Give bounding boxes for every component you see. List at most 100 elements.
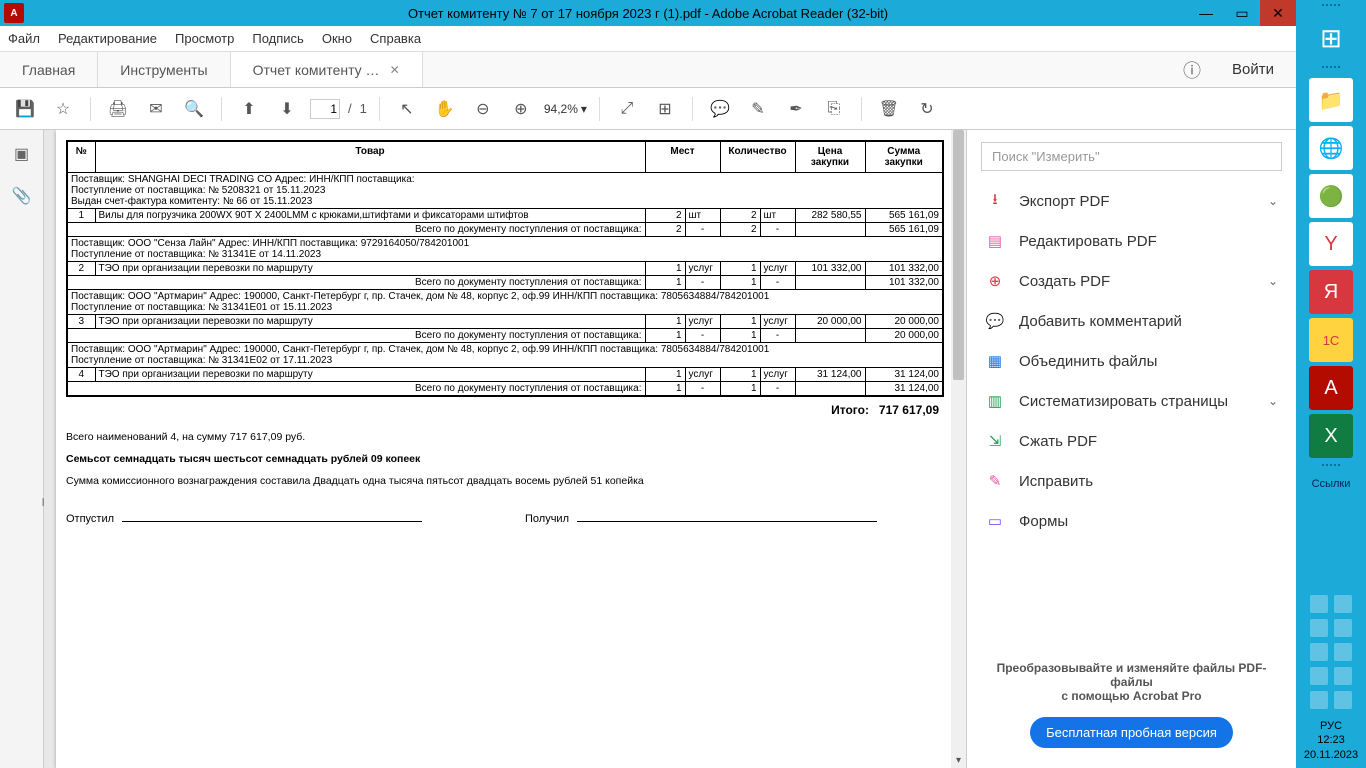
page-sep: / xyxy=(348,101,352,116)
chevron-down-icon: ⌄ xyxy=(1268,194,1278,208)
mail-icon[interactable]: ✉ xyxy=(141,94,171,124)
tab-home-label: Главная xyxy=(22,62,75,78)
create-icon: ⊕ xyxy=(985,271,1005,291)
tabs-row: Главная Инструменты Отчет комитенту … ✕ … xyxy=(0,52,1296,88)
promo-cta-button[interactable]: Бесплатная пробная версия xyxy=(1030,717,1233,748)
rotate-icon[interactable]: ↻ xyxy=(912,94,942,124)
thumbnails-icon[interactable]: ▣ xyxy=(8,140,36,168)
attachments-icon[interactable]: 📎 xyxy=(8,182,36,210)
scroll-down-icon[interactable]: ▾ xyxy=(951,755,966,766)
zoom-in-icon[interactable]: ⊕ xyxy=(506,94,536,124)
tray-icon[interactable] xyxy=(1310,643,1328,661)
tool-export-pdf[interactable]: ⭳Экспорт PDF⌄ xyxy=(967,181,1296,221)
menu-window[interactable]: Окно xyxy=(322,31,352,46)
comment-icon[interactable]: 💬 xyxy=(705,94,735,124)
lang-indicator: РУС xyxy=(1304,719,1358,733)
tool-add-comment[interactable]: 💬Добавить комментарий xyxy=(967,301,1296,341)
tray-icon[interactable] xyxy=(1310,619,1328,637)
promo-block: Преобразовывайте и изменяйте файлы PDF-ф… xyxy=(967,645,1296,768)
tab-document[interactable]: Отчет комитенту … ✕ xyxy=(231,52,423,87)
explorer-icon[interactable]: 📁 xyxy=(1309,78,1353,122)
edit-icon: ▤ xyxy=(985,231,1005,251)
toolbar: 💾 ☆ 🖨 ✉ 🔍 ⬆ ⬇ / 1 ↖ ✋ ⊖ ⊕ 94,2% ▾ ⤢ ⊞ 💬 … xyxy=(0,88,1296,130)
tool-compress[interactable]: ⇲Сжать PDF xyxy=(967,421,1296,461)
organize-icon: ▥ xyxy=(985,391,1005,411)
tool-fix[interactable]: ✎Исправить xyxy=(967,461,1296,501)
maximize-button[interactable]: ▭ xyxy=(1224,0,1260,26)
tool-organize[interactable]: ▥Систематизировать страницы⌄ xyxy=(967,381,1296,421)
tab-close-icon[interactable]: ✕ xyxy=(390,63,400,77)
app1-icon[interactable]: 🌐 xyxy=(1309,126,1353,170)
tray-icon[interactable] xyxy=(1334,691,1352,709)
window-title: Отчет комитенту № 7 от 17 ноября 2023 г … xyxy=(0,6,1296,21)
fix-icon: ✎ xyxy=(985,471,1005,491)
close-button[interactable]: ✕ xyxy=(1260,0,1296,26)
tab-home[interactable]: Главная xyxy=(0,52,98,87)
os-taskbar: ⊞ 📁 🌐 🟢 Y Я 1C A X Ссылки РУС 12:23 20.1… xyxy=(1296,0,1366,768)
tool-edit-pdf[interactable]: ▤Редактировать PDF xyxy=(967,221,1296,261)
highlight-icon[interactable]: ✎ xyxy=(743,94,773,124)
excel-icon[interactable]: X xyxy=(1309,414,1353,458)
menu-help[interactable]: Справка xyxy=(370,31,421,46)
star-icon[interactable]: ☆ xyxy=(48,94,78,124)
clock[interactable]: РУС 12:23 20.11.2023 xyxy=(1304,715,1358,768)
tab-document-label: Отчет комитенту … xyxy=(253,62,380,78)
menu-edit[interactable]: Редактирование xyxy=(58,31,157,46)
save-icon[interactable]: 💾 xyxy=(10,94,40,124)
zoom-value[interactable]: 94,2% ▾ xyxy=(544,102,587,116)
app-icon: A xyxy=(4,3,24,23)
tool-combine[interactable]: ▦Объединить файлы xyxy=(967,341,1296,381)
hand-icon[interactable]: ✋ xyxy=(430,94,460,124)
left-sidebar: ▣ 📎 ▶ xyxy=(0,130,44,768)
menu-file[interactable]: Файл xyxy=(8,31,40,46)
tray-icon[interactable] xyxy=(1334,643,1352,661)
tray-icon[interactable] xyxy=(1310,595,1328,613)
delete-icon[interactable]: 🗑 xyxy=(874,94,904,124)
page-total: 1 xyxy=(360,101,367,116)
tray-icon[interactable] xyxy=(1310,667,1328,685)
fit-width-icon[interactable]: ⤢ xyxy=(612,94,642,124)
search-tools-input[interactable]: Поиск "Измерить" xyxy=(981,142,1282,171)
help-icon[interactable]: ⓘ xyxy=(1174,52,1210,87)
tray-icon[interactable] xyxy=(1310,691,1328,709)
time: 12:23 xyxy=(1304,733,1358,747)
compress-icon: ⇲ xyxy=(985,431,1005,451)
page-up-icon[interactable]: ⬆ xyxy=(234,94,264,124)
zoom-out-icon[interactable]: ⊖ xyxy=(468,94,498,124)
links-label: Ссылки xyxy=(1312,478,1351,490)
yandex-icon[interactable]: Y xyxy=(1309,222,1353,266)
scrollbar-thumb[interactable] xyxy=(953,130,964,380)
tool-create-pdf[interactable]: ⊕Создать PDF⌄ xyxy=(967,261,1296,301)
document-area[interactable]: №ТоварМестКоличествоЦена закупкиСумма за… xyxy=(44,130,966,768)
acrobat-icon[interactable]: A xyxy=(1309,366,1353,410)
start-icon[interactable]: ⊞ xyxy=(1309,16,1353,60)
tab-tools-label: Инструменты xyxy=(120,62,207,78)
system-tray[interactable] xyxy=(1304,589,1358,715)
print-icon[interactable]: 🖨 xyxy=(103,94,133,124)
sign-icon[interactable]: ✒ xyxy=(781,94,811,124)
comment-tool-icon: 💬 xyxy=(985,311,1005,331)
forms-icon: ▭ xyxy=(985,511,1005,531)
stamp-icon[interactable]: ⎘ xyxy=(819,94,849,124)
search-icon[interactable]: 🔍 xyxy=(179,94,209,124)
menubar: Файл Редактирование Просмотр Подпись Окн… xyxy=(0,26,1296,52)
yandex-disk-icon[interactable]: Я xyxy=(1309,270,1353,314)
1c-icon[interactable]: 1C xyxy=(1309,318,1353,362)
tool-forms[interactable]: ▭Формы xyxy=(967,501,1296,541)
menu-sign[interactable]: Подпись xyxy=(252,31,303,46)
scrollbar-vertical[interactable]: ▾ xyxy=(951,130,966,768)
menu-view[interactable]: Просмотр xyxy=(175,31,234,46)
page-input[interactable] xyxy=(310,99,340,119)
fit-page-icon[interactable]: ⊞ xyxy=(650,94,680,124)
tab-tools[interactable]: Инструменты xyxy=(98,52,230,87)
chrome-icon[interactable]: 🟢 xyxy=(1309,174,1353,218)
tray-icon[interactable] xyxy=(1334,667,1352,685)
export-icon: ⭳ xyxy=(985,191,1005,211)
minimize-button[interactable]: ― xyxy=(1188,0,1224,26)
date: 20.11.2023 xyxy=(1304,748,1358,762)
signin-button[interactable]: Войти xyxy=(1210,52,1296,87)
tray-icon[interactable] xyxy=(1334,595,1352,613)
tray-icon[interactable] xyxy=(1334,619,1352,637)
page-down-icon[interactable]: ⬇ xyxy=(272,94,302,124)
pointer-icon[interactable]: ↖ xyxy=(392,94,422,124)
